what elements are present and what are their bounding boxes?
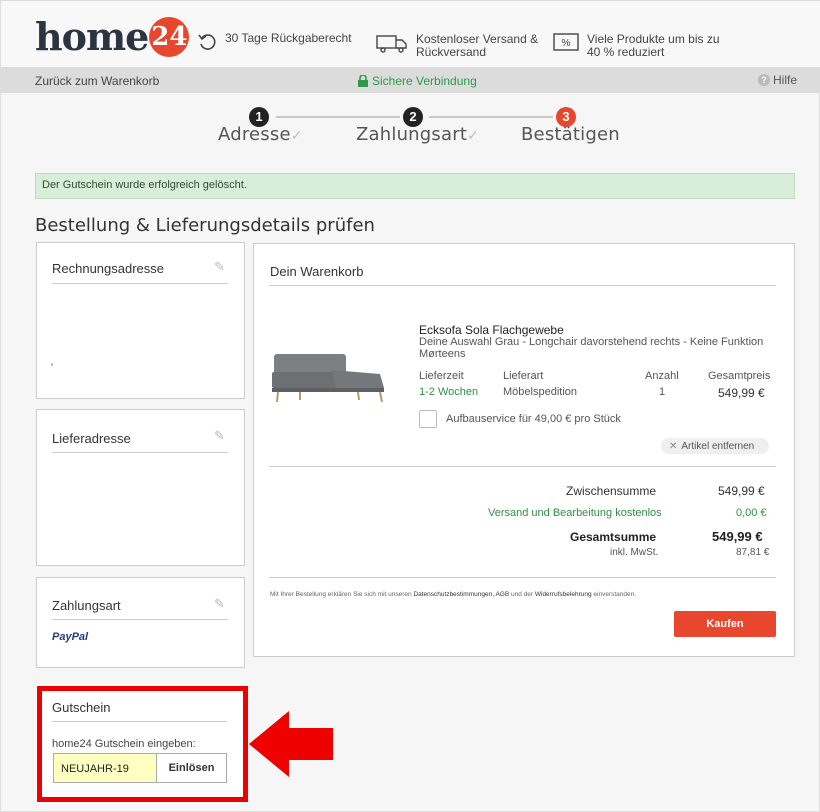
lock-icon — [358, 75, 368, 87]
delivery-type-value: Möbelspedition — [503, 386, 577, 398]
divider — [269, 285, 776, 286]
usp-return: 30 Tage Rückgaberecht — [197, 32, 352, 52]
assembly-service-label: Aufbauservice für 49,00 € pro Stück — [446, 413, 621, 425]
cart-title: Dein Warenkorb — [270, 264, 364, 279]
home24-logo[interactable]: home 24 home24 — [35, 15, 190, 59]
usp-shipping: Kostenloser Versand & Rückversand — [376, 33, 538, 59]
step-connector — [276, 116, 400, 118]
divider — [52, 452, 228, 453]
quantity-value: 1 — [659, 386, 666, 398]
divider — [269, 577, 776, 578]
payment-method-card: Zahlungsart ✎ PayPal — [36, 577, 245, 668]
sofa-image[interactable] — [270, 344, 386, 410]
svg-text:%: % — [562, 38, 571, 49]
shipping-address-card: Lieferadresse ✎ — [36, 409, 245, 566]
edit-pencil-icon[interactable]: ✎ — [214, 428, 225, 444]
secure-connection: Sichere Verbindung — [358, 74, 477, 88]
step-3-label: Bestätigen — [521, 124, 620, 145]
subtotal-value: 549,99 € — [718, 484, 765, 498]
vat-value: 87,81 € — [736, 547, 770, 558]
quantity-header: Anzahl — [645, 370, 679, 382]
product-brand: Mørteens — [419, 348, 466, 360]
highlight-frame — [37, 686, 248, 802]
buy-button[interactable]: Kaufen — [674, 611, 776, 637]
red-arrow-icon — [249, 711, 333, 777]
divider — [269, 466, 776, 467]
remove-item-button[interactable]: ✕ Artikel entfernen — [661, 438, 769, 454]
grand-total-value: 549,99 € — [712, 529, 763, 544]
header: home 24 home24 30 Tage Rückgaberecht Kos… — [1, 1, 820, 67]
page-title: Bestellung & Lieferungsdetails prüfen — [35, 215, 375, 236]
vat-label: inkl. MwSt. — [610, 547, 659, 558]
back-to-cart-link[interactable]: Zurück zum Warenkorb — [35, 74, 159, 88]
close-icon: ✕ — [669, 440, 678, 452]
edit-pencil-icon[interactable]: ✎ — [214, 596, 225, 612]
delivery-time-value: 1-2 Wochen — [419, 386, 479, 398]
check-icon: ✓ — [290, 128, 303, 144]
delivery-type-header: Lieferart — [503, 370, 544, 382]
checkout-subbar: Zurück zum Warenkorb Sichere Verbindung … — [1, 67, 820, 93]
divider — [52, 283, 228, 284]
total-price-header: Gesamtpreis — [708, 370, 771, 382]
item-total-value: 549,99 € — [718, 386, 765, 400]
billing-address-content: ' — [51, 362, 54, 374]
privacy-terms-link[interactable]: Datenschutzbestimmungen, AGB — [413, 591, 509, 598]
delivery-time-header: Lieferzeit — [419, 370, 464, 382]
check-icon: ✓ — [467, 128, 480, 144]
shipping-value: 0,00 € — [736, 507, 767, 519]
payment-method-title: Zahlungsart — [52, 598, 121, 613]
product-name[interactable]: Ecksofa Sola Flachgewebe — [419, 323, 564, 337]
help-icon: ? — [757, 74, 770, 86]
truck-icon — [376, 35, 407, 53]
divider — [52, 619, 228, 620]
step-1-label[interactable]: Adresse✓ — [218, 124, 303, 145]
step-2-label[interactable]: Zahlungsart✓ — [356, 124, 479, 145]
withdrawal-policy-link[interactable]: Widerrufsbelehrung — [535, 591, 592, 598]
subtotal-label: Zwischensumme — [566, 484, 657, 498]
shipping-address-title: Lieferadresse — [52, 431, 131, 446]
success-message: Der Gutschein wurde erfolgreich gelöscht… — [35, 173, 795, 199]
usp-discount: % Viele Produkte um bis zu 40 % reduziert — [553, 33, 720, 59]
paypal-logo: PayPal — [52, 631, 89, 643]
assembly-service-checkbox[interactable] — [419, 410, 437, 428]
billing-address-title: Rechnungsadresse — [52, 261, 165, 276]
edit-pencil-icon[interactable]: ✎ — [214, 259, 225, 275]
grand-total-label: Gesamtsumme — [570, 530, 657, 544]
product-description: Deine Auswahl Grau - Longchair davorsteh… — [419, 336, 764, 348]
return-arrow-icon — [198, 34, 216, 50]
shipping-label: Versand und Bearbeitung kostenlos — [488, 507, 662, 519]
help-link[interactable]: ? Hilfe — [757, 73, 797, 87]
percent-tag-icon: % — [553, 33, 579, 51]
step-connector — [429, 116, 553, 118]
billing-address-card: Rechnungsadresse ✎ ' — [36, 242, 245, 399]
legal-notice: Mit Ihrer Bestellung erklären Sie sich m… — [270, 591, 637, 598]
